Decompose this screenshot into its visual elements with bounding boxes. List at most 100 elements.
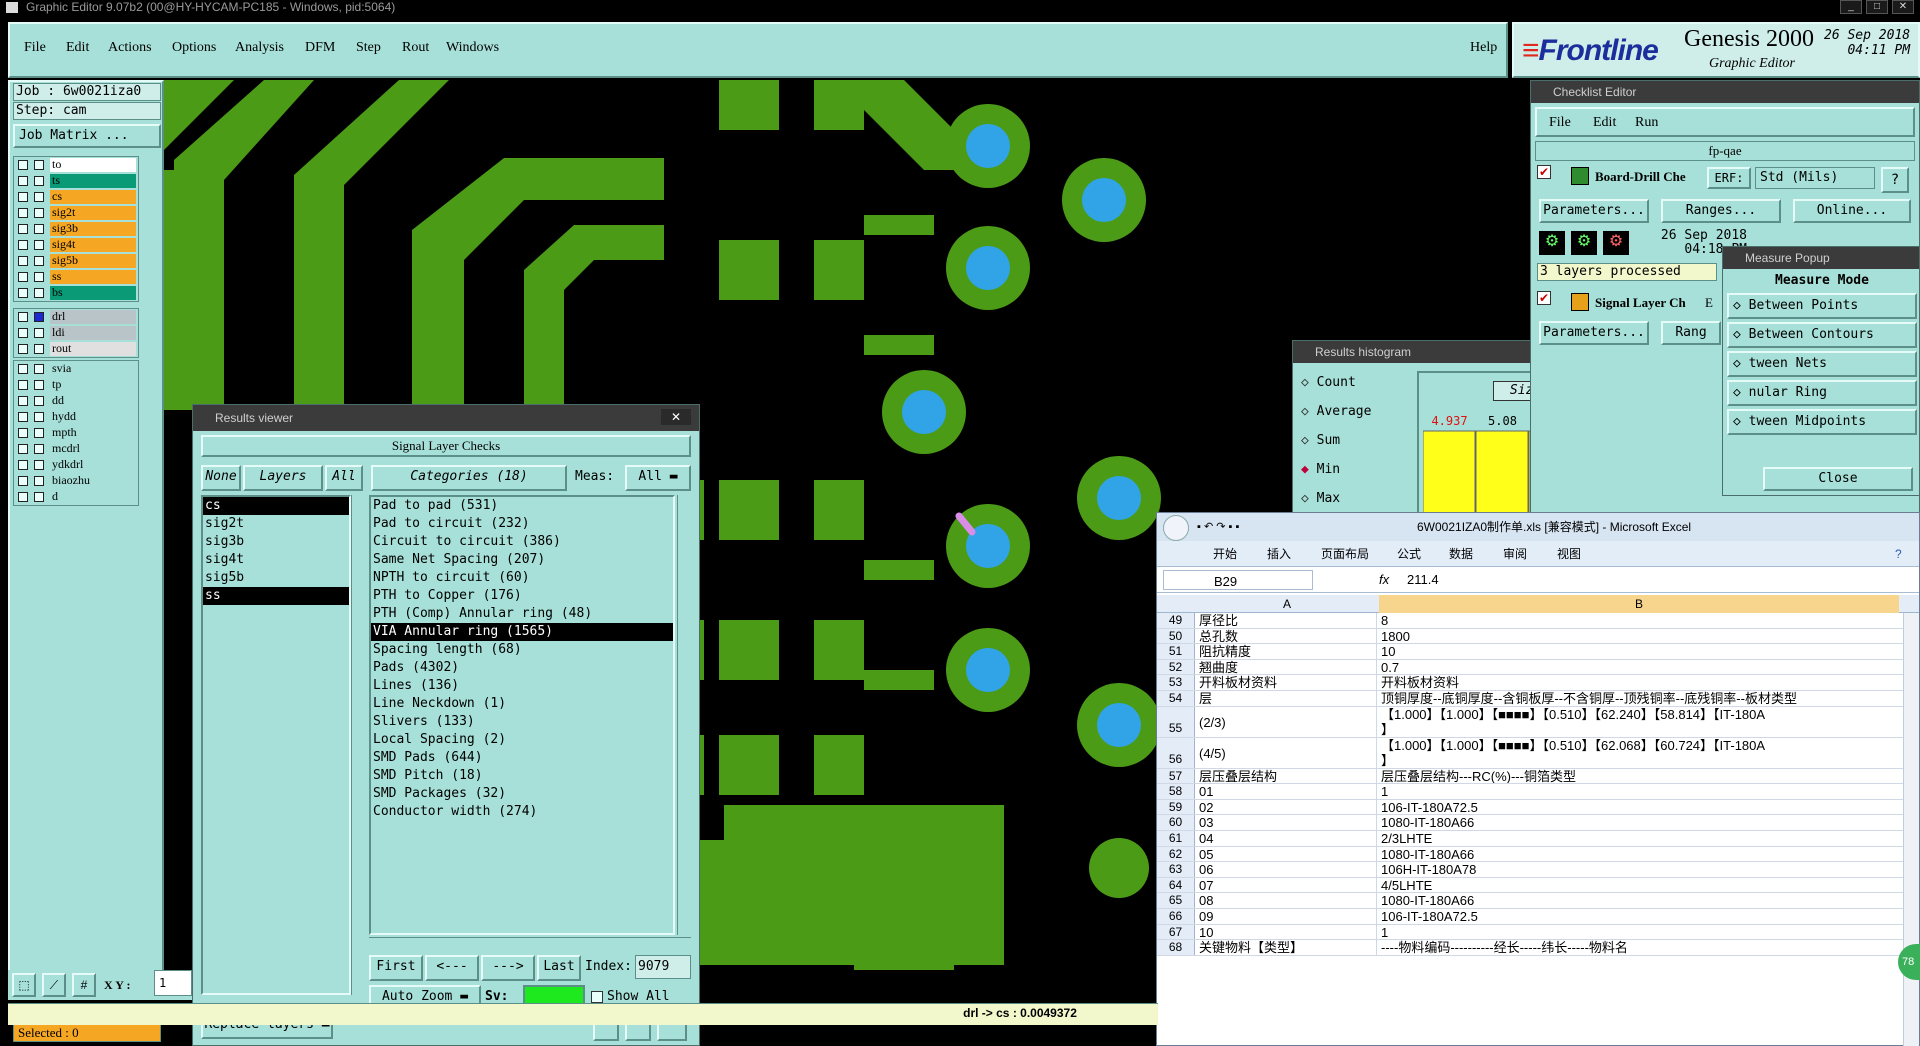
cell-b[interactable]: 顶铜厚度--底铜厚度--含铜板厚--不含铜厚--顶残铜率--底残铜率--板材类型 [1379,691,1899,706]
cell-a[interactable]: 04 [1197,831,1377,846]
row-number[interactable]: 55 [1157,706,1195,737]
category-list[interactable]: Pad to pad (531) Pad to circuit (232) Circ… [369,495,675,935]
layer-visibility-checkbox[interactable] [18,412,28,422]
ribbon-tab-view[interactable]: 视图 [1557,541,1581,567]
layer-visibility-checkbox[interactable] [18,476,28,486]
category-hscrollbar[interactable] [369,937,691,949]
cell-b[interactable]: 0.7 [1379,660,1899,675]
cell-a[interactable]: 关键物料【类型】 [1197,940,1377,955]
erf-value[interactable]: Std (Mils) [1755,167,1875,189]
category-list-item[interactable]: Slivers (133) [371,713,673,731]
job-matrix-button[interactable]: Job Matrix ... [13,124,161,148]
layer-name[interactable]: hydd [50,410,136,424]
menu-edit[interactable]: Edit [66,40,89,56]
cell-a[interactable]: 层压叠层结构 [1197,768,1377,784]
layer-visibility-checkbox[interactable] [18,288,28,298]
layer-affected-checkbox[interactable] [34,272,44,282]
cell-b[interactable]: 1 [1379,925,1899,940]
layer-row[interactable]: drl [14,309,138,325]
cell-a[interactable]: 01 [1197,784,1377,799]
layer-list-item[interactable]: sig3b [203,533,349,551]
row-number[interactable]: 67 [1157,924,1195,940]
layer-name[interactable]: mcdrl [50,442,136,456]
cell-b[interactable]: 106-IT-180A72.5 [1379,800,1899,815]
ce-menu-run[interactable]: Run [1635,115,1658,131]
cell-b[interactable]: ----物料编码----------经长-----纬长-----物料名 [1379,940,1899,955]
row-number[interactable]: 51 [1157,644,1195,659]
layer-row[interactable]: cs [14,189,138,205]
layer-name[interactable]: sig2t [50,206,136,220]
stop-icon[interactable]: ⚙ [1603,231,1629,255]
layer-row[interactable]: ydkdrl [14,457,138,473]
row-number[interactable]: 66 [1157,909,1195,924]
close-icon[interactable]: ✕ [1892,0,1914,14]
layer-name[interactable]: ts [50,174,136,188]
cell-b[interactable]: 8 [1379,613,1899,628]
histogram-bar[interactable] [1475,430,1529,513]
cell-a[interactable]: 09 [1197,909,1377,924]
layer-row[interactable]: mpth [14,425,138,441]
xy-input[interactable]: 1 [154,970,192,996]
next-button[interactable]: ---> [481,955,535,981]
fx-icon[interactable]: fx [1379,569,1389,591]
layer-visibility-checkbox[interactable] [18,312,28,322]
menu-step[interactable]: Step [356,40,381,56]
layer-row[interactable]: rout [14,341,138,357]
menu-file[interactable]: File [24,40,46,56]
help-icon[interactable]: ? [1895,541,1902,567]
menu-analysis[interactable]: Analysis [235,40,284,56]
row-number[interactable]: 60 [1157,815,1195,830]
cell-b[interactable]: 【1.000】【1.000】【■■■■】【0.510】【62.240】【58.8… [1379,707,1899,737]
cell-a[interactable]: 厚径比 [1197,613,1377,628]
layer-visibility-checkbox[interactable] [18,364,28,374]
run-all-icon[interactable]: ⚙ [1571,231,1597,255]
checkbox-item1[interactable]: ✔ [1537,165,1551,179]
checkbox-item2[interactable]: ✔ [1537,291,1551,305]
layer-affected-checkbox[interactable] [34,460,44,470]
office-button-icon[interactable] [1163,515,1189,541]
layer-visibility-checkbox[interactable] [18,460,28,470]
measure-mode-option[interactable]: ◇ tween Midpoints [1727,409,1917,435]
layer-row[interactable]: bs [14,285,138,301]
close-icon[interactable]: ✕ [661,409,691,425]
category-list-item[interactable]: PTH (Comp) Annular ring (48) [371,605,673,623]
erf-button[interactable]: ERF: [1707,167,1751,189]
cell-b[interactable]: 1800 [1379,629,1899,644]
histogram-bar[interactable] [1423,430,1476,513]
layer-list[interactable]: cs sig2t sig3b sig4t sig5b ss [201,495,351,995]
cell-a[interactable]: 02 [1197,799,1377,815]
ranges-button-2[interactable]: Rang [1661,321,1721,345]
row-number[interactable]: 65 [1157,893,1195,908]
measure-close-button[interactable]: Close [1763,467,1913,491]
layer-name[interactable]: d [50,490,136,504]
row-number[interactable]: 50 [1157,628,1195,644]
cell-b[interactable]: 开料板材资料 [1379,675,1899,690]
category-list-item[interactable]: Local Spacing (2) [371,731,673,749]
ribbon-tab-review[interactable]: 审阅 [1503,541,1527,567]
menu-help[interactable]: Help [1470,40,1497,56]
category-list-item[interactable]: Lines (136) [371,677,673,695]
layer-affected-checkbox[interactable] [34,476,44,486]
categories-button[interactable]: Categories (18) [371,465,567,491]
help-button[interactable]: ? [1881,167,1909,193]
category-list-item[interactable]: SMD Pitch (18) [371,767,673,785]
layer-row[interactable]: biaozhu [14,473,138,489]
cell-a[interactable]: 06 [1197,862,1377,877]
category-list-item[interactable]: NPTH to circuit (60) [371,569,673,587]
category-list-item[interactable]: SMD Packages (32) [371,785,673,803]
layer-visibility-checkbox[interactable] [18,176,28,186]
layers-button[interactable]: Layers [243,465,323,491]
layer-affected-checkbox[interactable] [34,396,44,406]
row-number[interactable]: 57 [1157,768,1195,784]
cell-b[interactable]: 106-IT-180A72.5 [1379,909,1899,924]
ranges-button[interactable]: Ranges... [1661,199,1781,223]
cell-b[interactable]: 2/3LHTE [1379,831,1899,846]
row-number[interactable]: 63 [1157,862,1195,877]
cell-b[interactable]: 【1.000】【1.000】【■■■■】【0.510】【62.068】【60.7… [1379,738,1899,768]
cell-b[interactable]: 1 [1379,784,1899,799]
col-header-b[interactable]: B [1379,595,1899,613]
col-header-a[interactable]: A [1197,595,1377,613]
cell-a[interactable]: 总孔数 [1197,628,1377,644]
layer-name[interactable]: sig5b [50,254,136,268]
cell-b[interactable]: 1080-IT-180A66 [1379,815,1899,830]
